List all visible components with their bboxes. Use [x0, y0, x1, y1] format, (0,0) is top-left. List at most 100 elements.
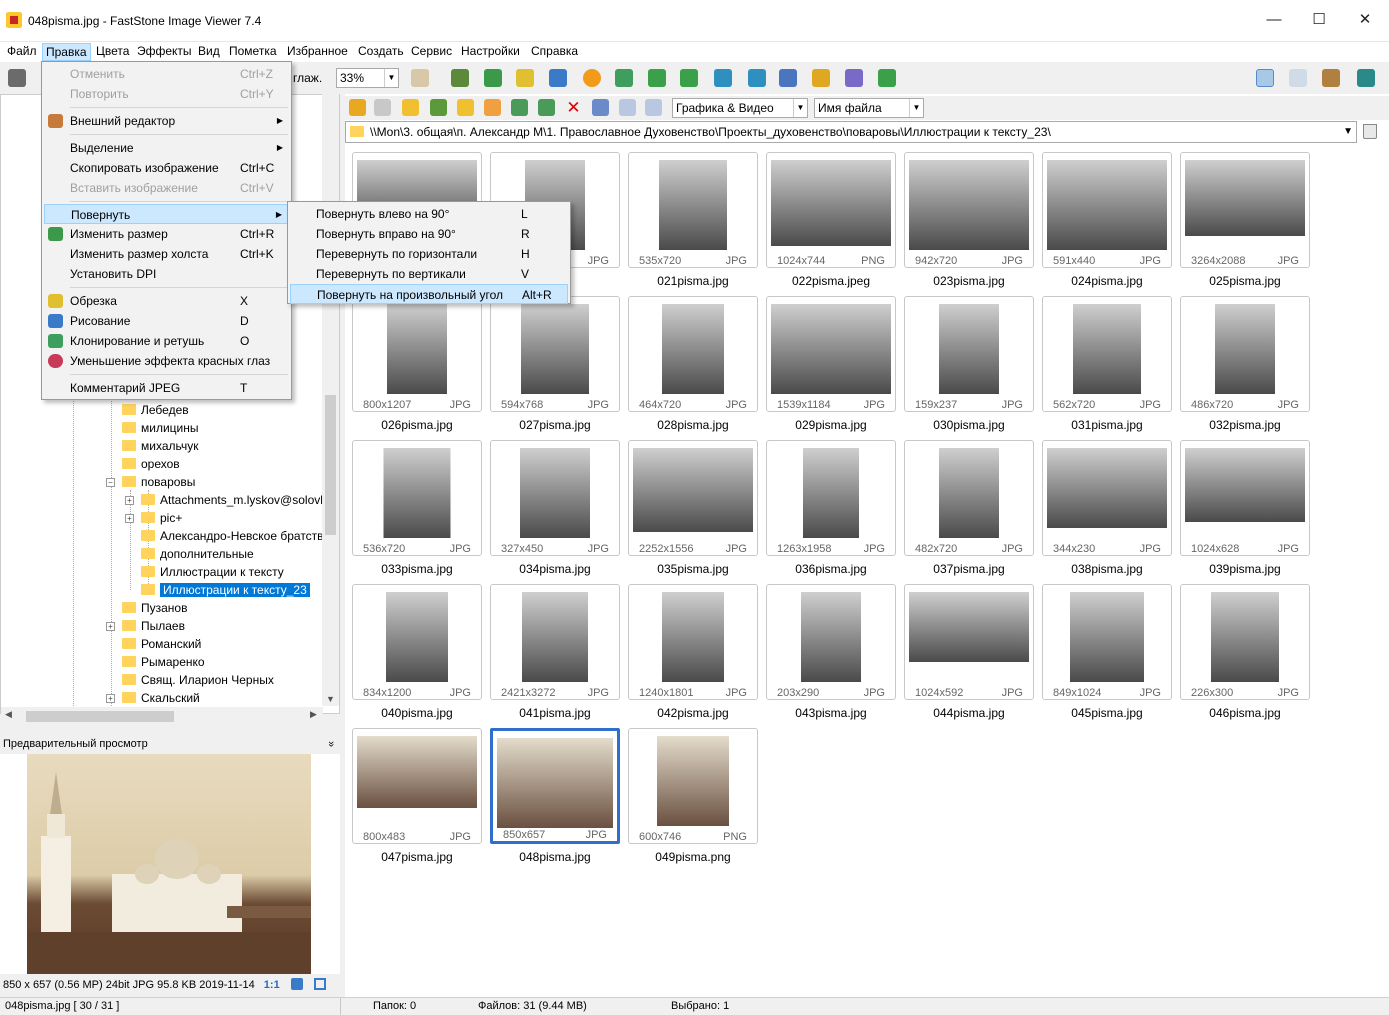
chevron-down-icon[interactable]: ▼ — [1343, 122, 1353, 142]
menu-draw[interactable]: Рисование D — [44, 311, 289, 331]
thumbnail[interactable]: 3264x2088 JPG — [1180, 152, 1310, 268]
thumbnail-selected[interactable]: 850x657 JPG — [490, 728, 620, 844]
thumbnail-filename[interactable]: 021pisma.jpg — [628, 274, 758, 288]
thumbnail-filename[interactable]: 035pisma.jpg — [628, 562, 758, 576]
thumbnail-filename[interactable]: 039pisma.jpg — [1180, 562, 1310, 576]
menu-paste-image[interactable]: Вставить изображение Ctrl+V — [44, 178, 289, 198]
thumbnail[interactable]: 591x440 JPG — [1042, 152, 1172, 268]
draw-icon[interactable] — [779, 69, 797, 87]
select-all-icon[interactable] — [592, 99, 609, 116]
camera-icon[interactable] — [8, 69, 26, 87]
thumbnail[interactable]: 1539x1184 JPG — [766, 296, 896, 412]
folder-up-icon[interactable] — [402, 99, 419, 116]
thumbnail-filename[interactable]: 032pisma.jpg — [1180, 418, 1310, 432]
thumbnail-filename[interactable]: 034pisma.jpg — [490, 562, 620, 576]
menu-redo[interactable]: Повторить Ctrl+Y — [44, 84, 289, 104]
menu-set-dpi[interactable]: Установить DPI — [44, 264, 289, 284]
tree-item[interactable]: Свящ. Иларион Черных — [122, 671, 274, 689]
thumbnail[interactable]: 562x720 JPG — [1042, 296, 1172, 412]
grid-view-icon[interactable] — [619, 99, 636, 116]
menu-view[interactable]: Вид — [195, 43, 223, 61]
thumbnail[interactable]: 482x720 JPG — [904, 440, 1034, 556]
thumbnail-filename[interactable]: 048pisma.jpg — [490, 850, 620, 864]
menu-settings[interactable]: Настройки — [458, 43, 523, 61]
menu-rotate[interactable]: Повернуть ▶ — [44, 204, 289, 224]
fit-window-icon[interactable] — [290, 978, 303, 990]
tree-item[interactable]: Лебедев — [122, 401, 189, 419]
tree-item[interactable]: Романский — [122, 635, 201, 653]
menu-clone[interactable]: Клонирование и ретушь O — [44, 331, 289, 351]
file-type-filter[interactable]: Графика & Видео ▼ — [672, 98, 808, 118]
tree-item[interactable]: михальчук — [122, 437, 198, 455]
thumbnail-filename[interactable]: 023pisma.jpg — [904, 274, 1034, 288]
tree-expand-toggle[interactable]: + — [106, 694, 115, 703]
tree-item[interactable]: Пылаев — [122, 617, 185, 635]
thumbnail-filename[interactable]: 041pisma.jpg — [490, 706, 620, 720]
menu-edit[interactable]: Правка — [42, 43, 91, 61]
tree-scroll-thumb[interactable] — [325, 395, 336, 535]
tree-item[interactable]: Рымаренко — [122, 653, 205, 671]
favorite-folder-icon[interactable] — [457, 99, 474, 116]
thumbnail-filename[interactable]: 022pisma.jpeg — [766, 274, 896, 288]
thumbnail[interactable]: 800x1207 JPG — [352, 296, 482, 412]
menu-canvas-size[interactable]: Изменить размер холста Ctrl+K — [44, 244, 289, 264]
thumbnail[interactable]: 486x720 JPG — [1180, 296, 1310, 412]
tree-item[interactable]: поваровы — [122, 473, 195, 491]
flip-icon[interactable] — [714, 69, 732, 87]
thumbnail-filename[interactable]: 047pisma.jpg — [352, 850, 482, 864]
tree-item[interactable]: милицины — [122, 419, 199, 437]
thumbnail[interactable]: 1024x592 JPG — [904, 584, 1034, 700]
menu-crop[interactable]: Обрезка X — [44, 291, 289, 311]
tree-item[interactable]: орехов — [122, 455, 180, 473]
collapse-icon[interactable]: » — [321, 741, 341, 747]
thumbnail[interactable]: 942x720 JPG — [904, 152, 1034, 268]
menu-undo[interactable]: Отменить Ctrl+Z — [44, 64, 289, 84]
thumbnail-filename[interactable]: 042pisma.jpg — [628, 706, 758, 720]
thumbnail-filename[interactable]: 024pisma.jpg — [1042, 274, 1172, 288]
menu-effects[interactable]: Эффекты — [134, 43, 195, 61]
fullsize-icon[interactable] — [313, 978, 326, 990]
menu-help[interactable]: Справка — [528, 43, 581, 61]
crop-icon[interactable] — [516, 69, 534, 87]
tree-item[interactable]: Александро-Невское братств — [141, 527, 324, 545]
thumbnail-filename[interactable]: 028pisma.jpg — [628, 418, 758, 432]
tree-expand-toggle[interactable]: + — [106, 622, 115, 631]
thumbnail-filename[interactable]: 037pisma.jpg — [904, 562, 1034, 576]
menu-external-editor[interactable]: Внешний редактор ▶ — [44, 111, 289, 131]
scroll-down-icon[interactable]: ▼ — [326, 694, 335, 704]
thumbnail[interactable]: 1024x744 PNG — [766, 152, 896, 268]
checklist-icon[interactable] — [878, 69, 896, 87]
menu-file[interactable]: Файл — [4, 43, 40, 61]
thumbnail[interactable]: 594x768 JPG — [490, 296, 620, 412]
copy-to-icon[interactable] — [511, 99, 528, 116]
tree-item[interactable]: Иллюстрации к тексту — [141, 563, 284, 581]
scroll-left-icon[interactable]: ◀ — [5, 709, 12, 720]
layout-single-icon[interactable] — [1289, 69, 1307, 87]
layout-browser-icon[interactable] — [1256, 69, 1274, 87]
menu-colors[interactable]: Цвета — [93, 43, 132, 61]
move-to-icon[interactable] — [538, 99, 555, 116]
maximize-button[interactable]: ☐ — [1296, 0, 1342, 40]
thumbnail[interactable]: 849x1024 JPG — [1042, 584, 1172, 700]
menu-copy-image[interactable]: Скопировать изображение Ctrl+C — [44, 158, 289, 178]
path-bar[interactable]: \\Mon\3. общая\п. Александр М\1. Правосл… — [345, 121, 1357, 143]
menu-selection[interactable]: Выделение ▶ — [44, 138, 289, 158]
tree-hscroll-thumb[interactable] — [26, 711, 174, 722]
color-icon[interactable] — [549, 69, 567, 87]
thumbnail[interactable]: 536x720 JPG — [352, 440, 482, 556]
thumbnail-filename[interactable]: 031pisma.jpg — [1042, 418, 1172, 432]
thumbnail[interactable]: 327x450 JPG — [490, 440, 620, 556]
thumbnail[interactable]: 535x720 JPG — [628, 152, 758, 268]
thumbnail-filename[interactable]: 027pisma.jpg — [490, 418, 620, 432]
details-view-icon[interactable] — [645, 99, 662, 116]
rotate-left-icon[interactable] — [648, 69, 666, 87]
tree-item-selected[interactable]: Иллюстрации к тексту_23 — [141, 581, 310, 599]
export-icon[interactable] — [484, 69, 502, 87]
menu-flip-vertical[interactable]: Перевернуть по вертикали V — [290, 264, 568, 284]
tree-item[interactable]: Attachments_m.lyskov@solovk — [141, 491, 326, 509]
tree-expand-toggle[interactable]: + — [125, 514, 134, 523]
thumbnail[interactable]: 1024x628 JPG — [1180, 440, 1310, 556]
email-icon[interactable] — [812, 69, 830, 87]
thumbnail-filename[interactable]: 044pisma.jpg — [904, 706, 1034, 720]
sort-select[interactable]: Имя файла ▼ — [814, 98, 924, 118]
